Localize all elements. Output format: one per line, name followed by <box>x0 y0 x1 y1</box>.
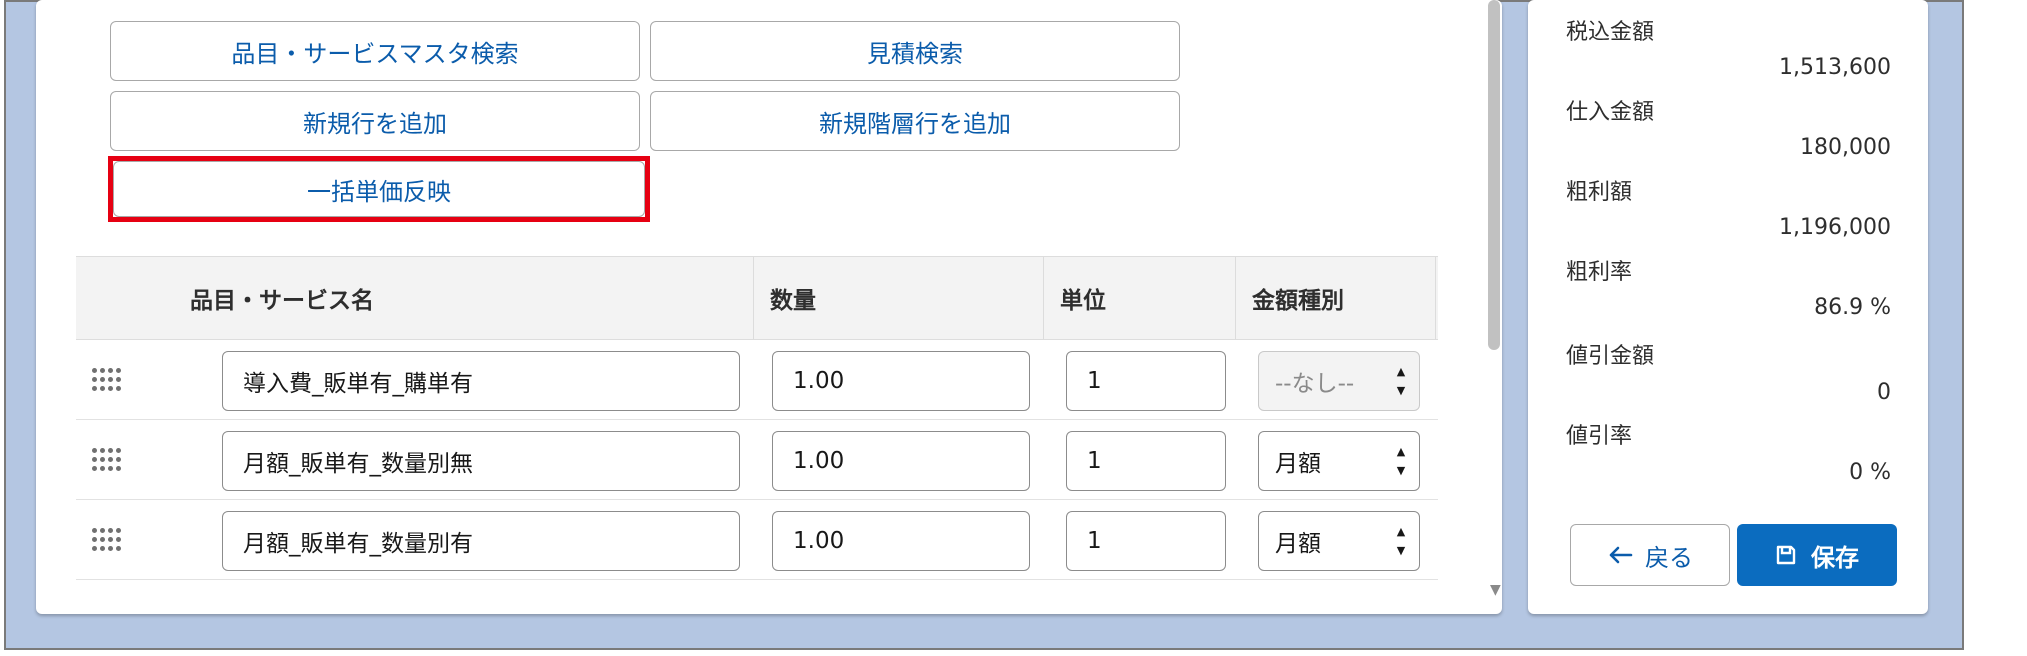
quantity-input[interactable]: 1.00 <box>772 431 1030 491</box>
quantity-input[interactable]: 1.00 <box>772 351 1030 411</box>
scroll-down-arrow-icon[interactable]: ▼ <box>1490 582 1501 598</box>
table-row: 月額_販単有_数量別有 1.00 1 月額 ▲ ▼ <box>76 500 1438 580</box>
unit-input[interactable]: 1 <box>1066 511 1226 571</box>
vertical-scrollbar[interactable] <box>1486 0 1502 600</box>
unit-input[interactable]: 1 <box>1066 431 1226 491</box>
item-name-input[interactable]: 導入費_販単有_購単有 <box>222 351 740 411</box>
discount-amount-value: 0 <box>1877 380 1891 405</box>
save-button[interactable]: 保存 <box>1737 524 1897 586</box>
drag-handle-icon[interactable] <box>92 528 122 552</box>
purchase-amount-label: 仕入金額 <box>1566 100 1655 125</box>
arrow-left-icon <box>1609 546 1633 564</box>
back-button-label: 戻る <box>1645 543 1693 572</box>
gross-profit-value: 1,196,000 <box>1779 215 1891 240</box>
scrollbar-thumb[interactable] <box>1488 0 1500 350</box>
table-row: 月額_販単有_数量別無 1.00 1 月額 ▲ ▼ <box>76 420 1438 500</box>
select-arrows-icon: ▲ ▼ <box>1396 445 1406 477</box>
select-arrows-icon: ▲ ▼ <box>1396 525 1406 557</box>
amount-type-value: 月額 <box>1275 531 1321 557</box>
tax-included-label: 税込金額 <box>1566 20 1655 45</box>
gross-profit-label: 粗利額 <box>1566 180 1633 205</box>
column-header-amount-type[interactable]: 金額種別 <box>1236 257 1436 339</box>
bulk-apply-price-button[interactable]: 一括単価反映 <box>113 161 645 217</box>
item-master-search-button[interactable]: 品目・サービスマスタ検索 <box>110 21 640 81</box>
discount-rate-value: 0 % <box>1849 460 1891 485</box>
quantity-input[interactable]: 1.00 <box>772 511 1030 571</box>
amount-type-select[interactable]: 月額 ▲ ▼ <box>1258 511 1420 571</box>
add-new-level-row-button[interactable]: 新規階層行を追加 <box>650 91 1180 151</box>
item-name-input[interactable]: 月額_販単有_数量別無 <box>222 431 740 491</box>
gross-margin-value: 86.9 % <box>1814 295 1891 320</box>
select-arrows-icon: ▲ ▼ <box>1396 365 1406 397</box>
column-header-item-name[interactable]: 品目・サービス名 <box>76 257 754 339</box>
drag-handle-icon[interactable] <box>92 448 122 472</box>
amount-type-select: --なし-- ▲ ▼ <box>1258 351 1420 411</box>
save-icon <box>1776 545 1796 565</box>
amount-type-select[interactable]: 月額 ▲ ▼ <box>1258 431 1420 491</box>
drag-handle-icon[interactable] <box>92 368 122 392</box>
discount-amount-label: 値引金額 <box>1566 344 1655 369</box>
amount-type-value: --なし-- <box>1275 371 1355 397</box>
gross-margin-label: 粗利率 <box>1566 260 1633 285</box>
back-button[interactable]: 戻る <box>1570 524 1730 586</box>
purchase-amount-value: 180,000 <box>1800 135 1891 160</box>
quote-search-button[interactable]: 見積検索 <box>650 21 1180 81</box>
table-header: 品目・サービス名 数量 単位 金額種別 <box>76 256 1438 340</box>
table-row: 導入費_販単有_購単有 1.00 1 --なし-- ▲ ▼ <box>76 340 1438 420</box>
column-header-quantity[interactable]: 数量 <box>754 257 1044 339</box>
unit-input[interactable]: 1 <box>1066 351 1226 411</box>
add-new-row-button[interactable]: 新規行を追加 <box>110 91 640 151</box>
amount-type-value: 月額 <box>1275 451 1321 477</box>
discount-rate-label: 値引率 <box>1566 424 1633 449</box>
save-button-label: 保存 <box>1811 543 1859 572</box>
column-header-unit[interactable]: 単位 <box>1044 257 1236 339</box>
tax-included-value: 1,513,600 <box>1779 55 1891 80</box>
item-name-input[interactable]: 月額_販単有_数量別有 <box>222 511 740 571</box>
